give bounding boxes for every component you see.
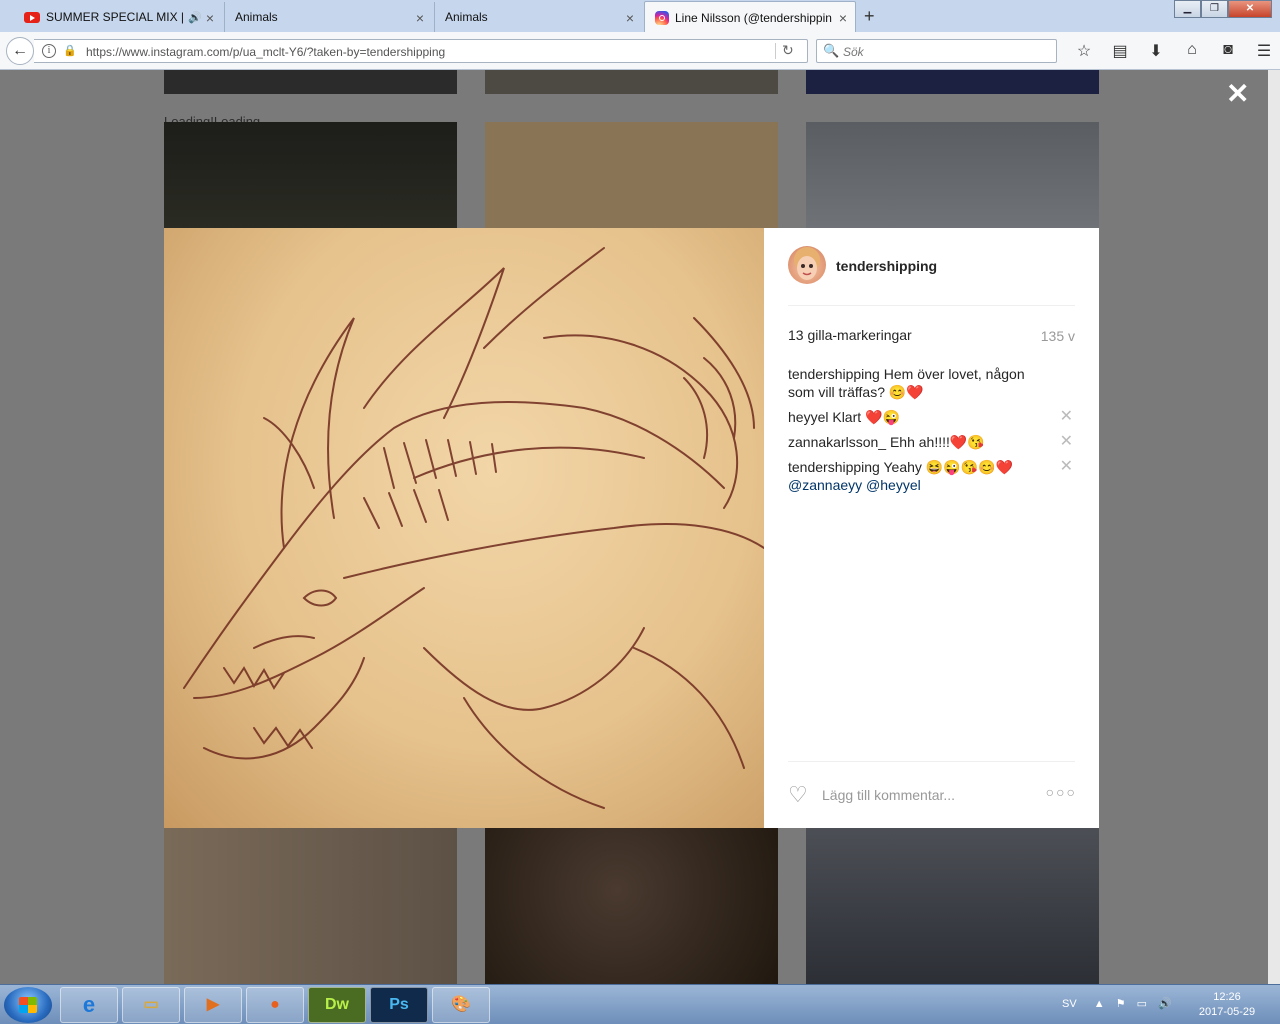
footer-divider — [788, 761, 1075, 762]
comment-mentions[interactable]: @zannaeyy @heyyel — [788, 477, 921, 493]
pocket-icon[interactable]: ◙ — [1210, 41, 1246, 61]
grid-thumbnail[interactable] — [164, 70, 457, 94]
bookmark-star-icon[interactable]: ☆ — [1066, 41, 1102, 61]
comment-item: tendershipping Yeahy 😆😜😘😊❤️ @zannaeyy @h… — [788, 458, 1075, 494]
window-close-button[interactable]: ✕ — [1228, 0, 1272, 18]
scrollbar[interactable] — [1268, 70, 1280, 984]
reload-icon[interactable]: ↻ — [782, 42, 794, 59]
add-comment-input[interactable] — [822, 787, 1042, 803]
comment-item: heyyel Klart ❤️😜 ✕ — [788, 408, 1075, 426]
comment-username[interactable]: tendershipping — [788, 366, 880, 382]
post-username[interactable]: tendershipping — [836, 258, 937, 274]
delete-comment-icon[interactable]: ✕ — [1060, 458, 1073, 476]
grid-thumbnail[interactable] — [485, 828, 778, 984]
clock-time: 12:26 — [1213, 991, 1241, 1003]
dreamweaver-icon[interactable]: Dw — [308, 987, 366, 1023]
comment-username[interactable]: tendershipping — [788, 459, 880, 475]
firefox-icon[interactable]: ● — [246, 987, 304, 1023]
post-image — [164, 228, 764, 828]
delete-comment-icon[interactable]: ✕ — [1060, 433, 1073, 451]
photoshop-icon[interactable]: Ps — [370, 987, 428, 1023]
ie-icon[interactable]: e — [60, 987, 118, 1023]
grid-thumbnail[interactable] — [164, 828, 457, 984]
header-divider — [788, 305, 1075, 306]
avatar-image — [794, 247, 820, 280]
search-icon: 🔍 — [823, 43, 840, 58]
tab-label: SUMMER SPECIAL MIX | — [46, 10, 185, 24]
like-heart-icon[interactable]: ♡ — [788, 784, 808, 806]
comment-text: Ehh ah!!!!❤️😘 — [886, 434, 985, 450]
window-controls: ▁ ❐ ✕ — [1174, 0, 1272, 18]
search-placeholder: Sök — [843, 45, 864, 59]
tab-label: Line Nilsson (@tendershippin — [675, 10, 832, 25]
restore-button[interactable]: ❐ — [1201, 0, 1228, 18]
clock[interactable]: 12:26 2017-05-29 — [1192, 990, 1262, 1020]
close-tab-icon[interactable]: × — [839, 10, 847, 26]
grid-thumbnail[interactable] — [806, 122, 1099, 228]
toolbar-icons: ☆ ▤ ⬇ ⌂ ◙ ☰ — [1066, 41, 1280, 61]
instagram-icon — [655, 10, 669, 25]
system-tray: SV ▲ ⚑ ▭ 🔊 — [1062, 997, 1172, 1010]
grid-thumbnail[interactable] — [485, 122, 778, 228]
close-tab-icon[interactable]: × — [416, 10, 424, 26]
close-tab-icon[interactable]: × — [206, 10, 214, 26]
more-options-icon[interactable]: ○○○ — [1046, 784, 1077, 800]
avatar[interactable] — [788, 246, 826, 284]
tab-youtube[interactable]: SUMMER SPECIAL MIX | 🔊 × — [14, 2, 222, 32]
tab-animals-2[interactable]: Animals × — [434, 2, 642, 32]
start-button[interactable] — [4, 987, 52, 1023]
flag-icon[interactable]: ⚑ — [1116, 998, 1126, 1010]
speaker-icon[interactable]: 🔊 — [188, 11, 202, 24]
volume-icon[interactable]: 🔊 — [1158, 998, 1172, 1010]
dragon-sketch-image — [183, 247, 764, 809]
comment-item: zannakarlsson_ Ehh ah!!!!❤️😘 ✕ — [788, 433, 1075, 451]
close-tab-icon[interactable]: × — [626, 10, 634, 26]
menu-icon[interactable]: ☰ — [1246, 41, 1280, 61]
tab-instagram[interactable]: Line Nilsson (@tendershippin × — [644, 1, 856, 33]
search-input[interactable]: 🔍 Sök — [816, 39, 1057, 63]
network-icon[interactable]: ▭ — [1137, 998, 1147, 1010]
tab-animals-1[interactable]: Animals × — [224, 2, 432, 32]
post-age[interactable]: 135 v — [1041, 328, 1075, 344]
youtube-icon — [24, 11, 40, 23]
grid-thumbnail[interactable] — [164, 122, 457, 228]
post-details-panel: tendershipping 13 gilla-markeringar 135 … — [764, 228, 1099, 828]
new-tab-button[interactable]: + — [864, 6, 875, 27]
minimize-button[interactable]: ▁ — [1174, 0, 1201, 18]
url-bar[interactable]: i 🔒 https://www.instagram.com/p/ua_mclt-… — [34, 39, 808, 63]
comment-text: Klart ❤️😜 — [828, 409, 900, 425]
url-text[interactable]: https://www.instagram.com/p/ua_mclt-Y6/?… — [86, 45, 445, 59]
comments-list: tendershipping Hem över lovet, någon som… — [788, 365, 1075, 501]
close-lightbox-icon[interactable]: ✕ — [1226, 80, 1249, 108]
tray-expand-icon[interactable]: ▲ — [1094, 998, 1105, 1010]
grid-thumbnail[interactable] — [485, 70, 778, 94]
taskbar: e ▭ ▶ ● Dw Ps 🎨 SV ▲ ⚑ ▭ 🔊 12:26 2017-05… — [0, 984, 1280, 1024]
back-button[interactable]: ← — [6, 37, 34, 65]
comment-username[interactable]: heyyel — [788, 409, 828, 425]
tab-label: Animals — [445, 10, 488, 24]
grid-thumbnail[interactable] — [806, 828, 1099, 984]
grid-thumbnail[interactable] — [806, 70, 1099, 94]
download-icon[interactable]: ⬇ — [1138, 41, 1174, 61]
clock-date: 2017-05-29 — [1198, 1006, 1256, 1018]
navigation-bar: ← i 🔒 https://www.instagram.com/p/ua_mcl… — [0, 32, 1280, 70]
comment-text: Yeahy 😆😜😘😊❤️ — [879, 459, 1013, 475]
language-indicator[interactable]: SV — [1062, 998, 1077, 1010]
media-player-icon[interactable]: ▶ — [184, 987, 242, 1023]
comment-item: tendershipping Hem över lovet, någon som… — [788, 365, 1075, 401]
comment-username[interactable]: zannakarlsson_ — [788, 434, 886, 450]
paint-icon[interactable]: 🎨 — [432, 987, 490, 1023]
tab-strip: SUMMER SPECIAL MIX | 🔊 × Animals × Anima… — [0, 0, 1280, 33]
tab-label: Animals — [235, 10, 278, 24]
explorer-icon[interactable]: ▭ — [122, 987, 180, 1023]
likes-count[interactable]: 13 gilla-markeringar — [788, 327, 912, 343]
reading-list-icon[interactable]: ▤ — [1102, 41, 1138, 61]
lock-icon[interactable]: 🔒 — [63, 44, 77, 57]
info-icon[interactable]: i — [42, 44, 56, 58]
url-divider — [775, 43, 776, 59]
home-icon[interactable]: ⌂ — [1174, 41, 1210, 61]
delete-comment-icon[interactable]: ✕ — [1060, 408, 1073, 426]
